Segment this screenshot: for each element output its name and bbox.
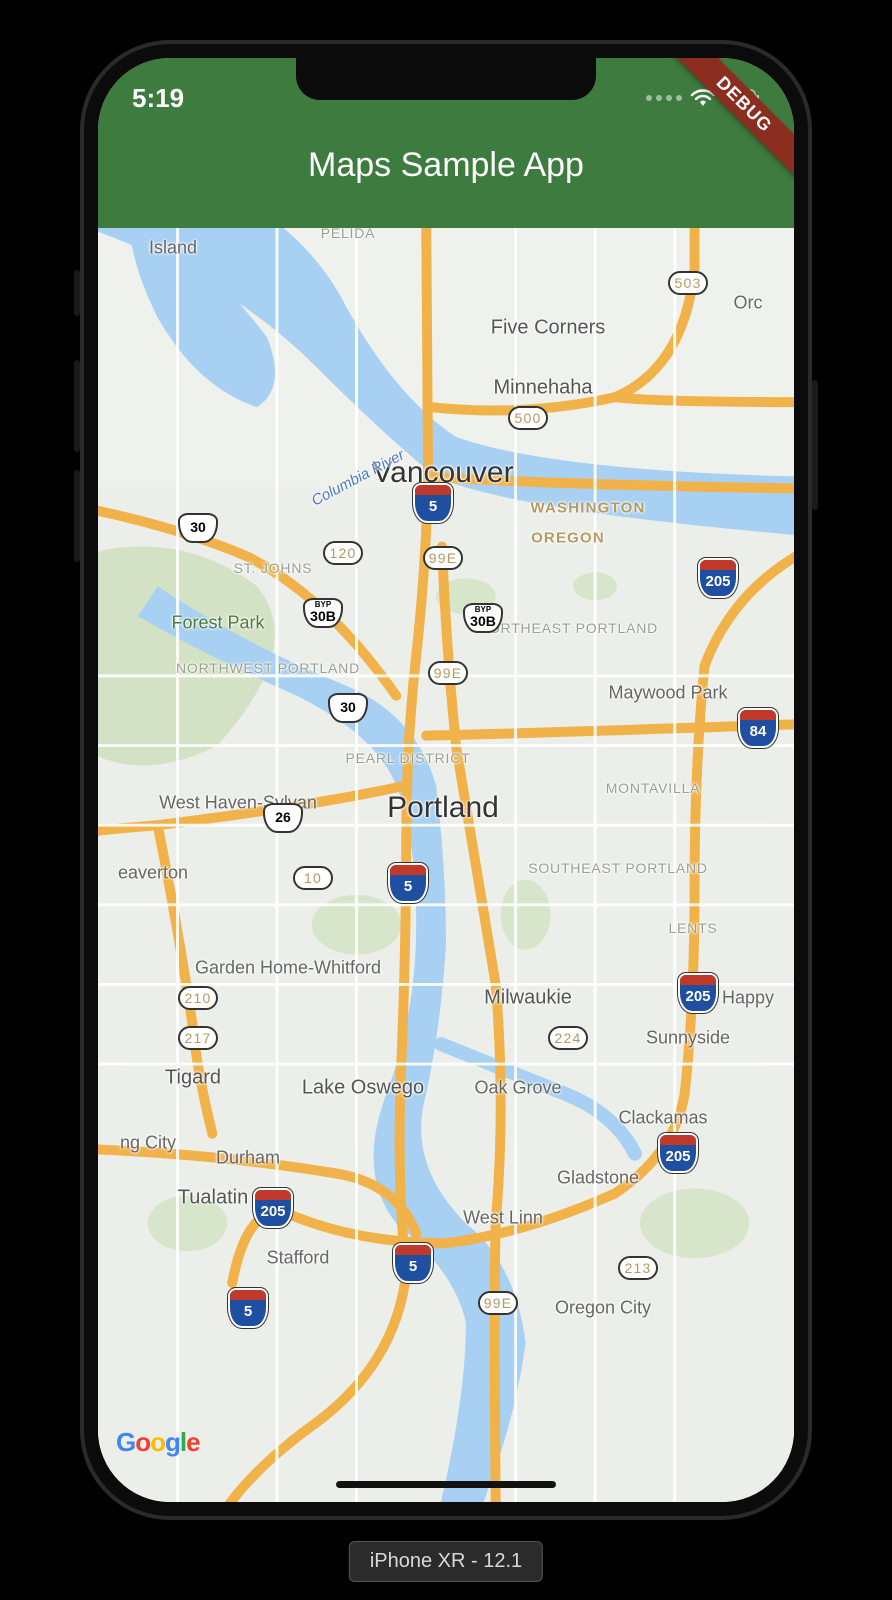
volume-up-button — [74, 360, 80, 452]
mute-switch — [74, 270, 80, 316]
status-time: 5:19 — [132, 83, 184, 114]
map-svg — [98, 228, 794, 1502]
map-view[interactable]: PortlandVancouverFive CornersMinnehahaMa… — [98, 228, 794, 1502]
simulator-label: iPhone XR - 12.1 — [349, 1541, 543, 1582]
screen: DEBUG 5:19 — [98, 58, 794, 1502]
device-frame: DEBUG 5:19 — [80, 40, 812, 1520]
app-title: Maps Sample App — [98, 146, 794, 185]
power-button — [812, 380, 818, 510]
notch — [296, 58, 596, 100]
cellular-icon — [646, 95, 682, 101]
home-indicator — [336, 1481, 556, 1488]
volume-down-button — [74, 470, 80, 562]
